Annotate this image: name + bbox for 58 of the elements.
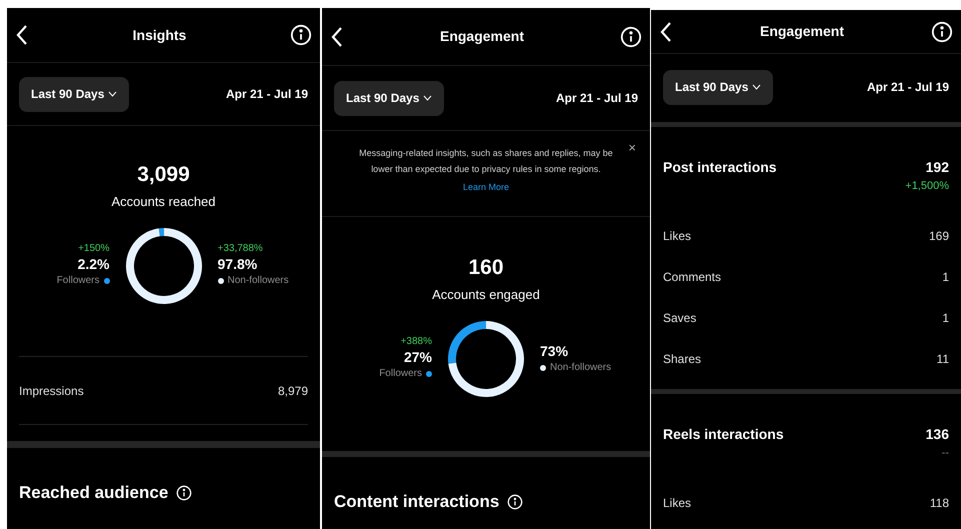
metric-label: Accounts engaged xyxy=(432,286,540,304)
group-total: 136 xyxy=(926,425,949,444)
info-icon[interactable] xyxy=(930,20,953,42)
legend-label: Followers xyxy=(56,274,100,288)
stat-label: Likes xyxy=(663,494,692,512)
section-title: Reached audience xyxy=(19,482,168,504)
info-icon[interactable] xyxy=(507,494,524,510)
chevron-down-icon xyxy=(108,91,118,97)
change-percent: +150% xyxy=(78,243,110,256)
back-icon[interactable] xyxy=(15,24,29,46)
share-percent: 2.2% xyxy=(78,256,110,274)
info-icon[interactable] xyxy=(176,484,192,501)
close-button[interactable]: × xyxy=(628,141,636,154)
stat-value: 169 xyxy=(928,228,949,244)
chevron-down-icon xyxy=(423,95,432,101)
group-title: Reels interactions xyxy=(663,425,784,444)
date-range: Apr 21 - Jul 19 xyxy=(866,79,949,96)
legend-label: Followers xyxy=(379,367,422,382)
change-percent: +33,788% xyxy=(218,243,263,256)
group-total: 192 xyxy=(926,158,949,177)
date-range-dropdown[interactable]: Last 90 Days xyxy=(663,70,774,104)
stat-value: 11 xyxy=(936,350,949,368)
stat-label: Saves xyxy=(663,310,696,326)
metric-label: Accounts reached xyxy=(111,193,216,212)
learn-more-link[interactable]: Learn More xyxy=(462,181,510,194)
stat-label: Shares xyxy=(663,350,702,368)
metric-value: 3,099 xyxy=(137,162,190,188)
metric-value: 160 xyxy=(468,255,504,281)
window-title: Engagement xyxy=(760,22,844,41)
window-title: Engagement xyxy=(440,27,524,46)
date-range-dropdown[interactable]: Last 90 Days xyxy=(19,76,130,112)
stat-value: 1 xyxy=(942,268,949,286)
share-percent: 73% xyxy=(540,342,568,360)
change-percent: -- xyxy=(942,446,949,461)
stat-label: Comments xyxy=(663,268,722,286)
change-percent: +388% xyxy=(400,336,432,349)
stat-value: 1 xyxy=(942,310,949,326)
legend-label: Non-followers xyxy=(228,274,289,288)
stat-value: 118 xyxy=(930,494,949,512)
group-title: Post interactions xyxy=(663,158,777,177)
chevron-down-icon xyxy=(752,84,762,90)
stat-label: Likes xyxy=(663,228,692,244)
stat-label: Impressions xyxy=(19,382,84,400)
share-percent: 97.8% xyxy=(218,256,258,274)
back-icon[interactable] xyxy=(659,20,673,42)
back-icon[interactable] xyxy=(330,26,344,48)
privacy-notice: Messaging-related insights, such as shares and replies, may be lower than expected due to privacy rules in some regions. xyxy=(358,147,614,176)
change-percent: +1,500% xyxy=(905,179,949,194)
stat-value: 8,979 xyxy=(278,382,308,400)
date-range: Apr 21 - Jul 19 xyxy=(226,86,308,103)
info-icon[interactable] xyxy=(620,26,642,48)
section-title: Content interactions xyxy=(334,491,500,513)
date-range-dropdown[interactable]: Last 90 Days xyxy=(334,80,444,116)
window-title: Insights xyxy=(132,26,186,45)
info-icon[interactable] xyxy=(290,24,312,46)
date-range: Apr 21 - Jul 19 xyxy=(556,90,638,107)
legend-label: Non-followers xyxy=(550,361,612,375)
share-percent: 27% xyxy=(404,348,432,366)
